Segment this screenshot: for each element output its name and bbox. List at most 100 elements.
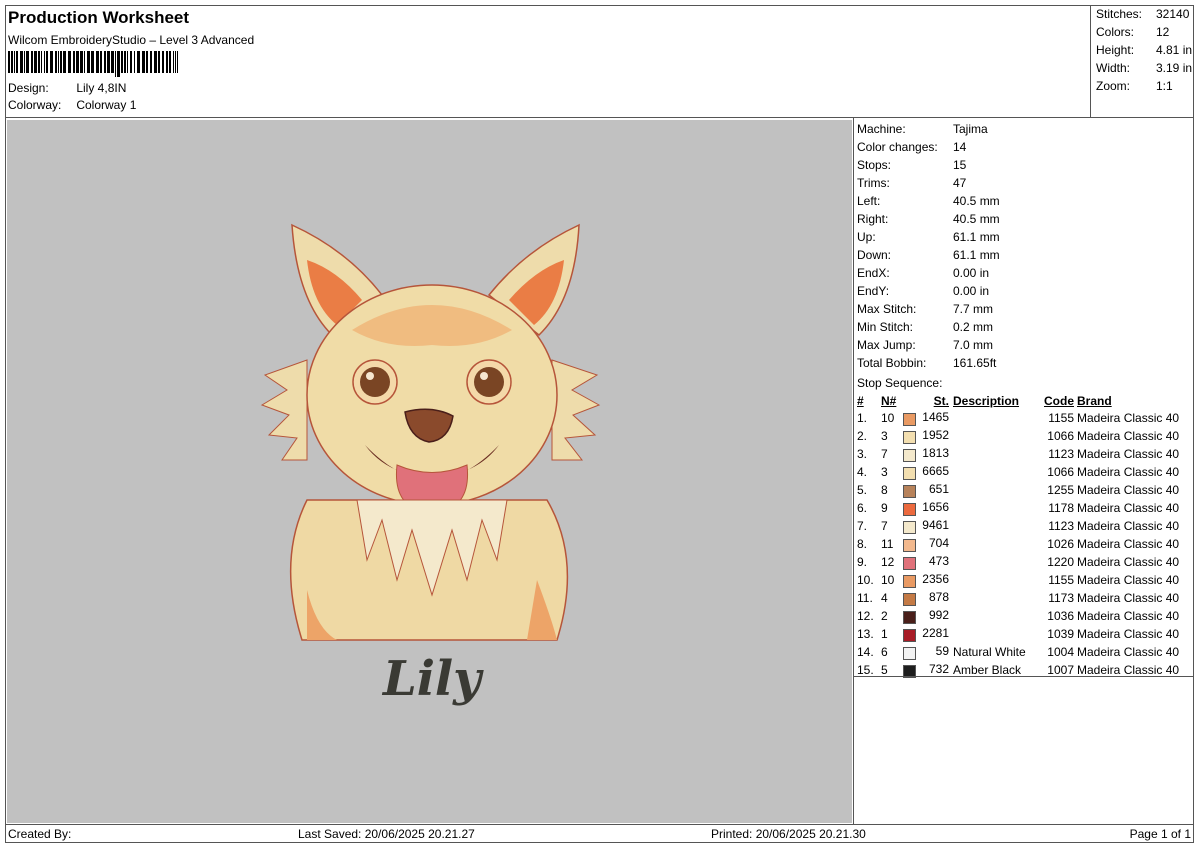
thread-code: 1155 (1048, 411, 1074, 425)
thread-brand: Madeira Classic 40 (1077, 537, 1180, 551)
header-needle: N# (881, 393, 897, 408)
stitch-count: 473 (928, 554, 949, 568)
machine-row: Down: 61.1 mm (857, 246, 1193, 264)
thread-code: 1039 (1047, 627, 1074, 641)
stitch-count: 59 (935, 644, 949, 658)
seq-index: 14. (857, 645, 874, 659)
thread-code: 1004 (1047, 645, 1074, 659)
machine-value: 161.65ft (953, 356, 997, 370)
thread-brand: Madeira Classic 40 (1077, 573, 1180, 587)
machine-value: 0.00 in (953, 284, 990, 298)
worksheet-header: Production Worksheet Wilcom EmbroiderySt… (8, 8, 1088, 114)
thread-color-swatch (903, 521, 916, 534)
thread-brand: Madeira Classic 40 (1077, 627, 1180, 641)
thread-color-swatch (903, 431, 916, 444)
table-row: 12. 2 992 1036 Madeira Classic 40 (857, 607, 1193, 625)
machine-label: Left: (857, 194, 881, 208)
thread-brand: Madeira Classic 40 (1077, 645, 1180, 659)
needle-number: 11 (881, 537, 894, 551)
printed-date: Printed: 20/06/2025 20.21.30 (711, 827, 866, 841)
machine-row: Trims: 47 (857, 174, 1193, 192)
thread-color-swatch (903, 557, 916, 570)
table-row: 8. 11 704 1026 Madeira Classic 40 (857, 535, 1193, 553)
seq-index: 15. (857, 663, 874, 677)
colorway-row: Colorway: Colorway 1 (8, 97, 1088, 114)
header-description: Description (953, 393, 1020, 408)
thread-color-swatch (903, 575, 916, 588)
stat-stitches: Stitches: 32140 (1096, 7, 1190, 21)
thread-color-swatch (903, 647, 916, 660)
thread-brand: Madeira Classic 40 (1077, 411, 1180, 425)
table-row: 4. 3 6665 1066 Madeira Classic 40 (857, 463, 1193, 481)
thread-code: 1220 (1047, 555, 1074, 569)
thread-code: 1026 (1047, 537, 1074, 551)
machine-value: Tajima (953, 122, 988, 136)
needle-number: 1 (881, 627, 888, 641)
thread-brand: Madeira Classic 40 (1077, 609, 1180, 623)
stat-width: Width: 3.19 in (1096, 61, 1193, 75)
stat-colors: Colors: 12 (1096, 25, 1170, 39)
machine-row: Left: 40.5 mm (857, 192, 1193, 210)
table-row: 3. 7 1813 1123 Madeira Classic 40 (857, 445, 1193, 463)
stitch-count: 9461 (922, 518, 949, 532)
machine-label: Right: (857, 212, 889, 226)
design-label: Design: (8, 81, 49, 95)
machine-value: 0.00 in (953, 266, 990, 280)
machine-row: EndY: 0.00 in (857, 282, 1193, 300)
machine-label: Stops: (857, 158, 892, 172)
thread-color-swatch (903, 593, 916, 606)
machine-label: EndY: (857, 284, 890, 298)
stitch-count: 1656 (922, 500, 949, 514)
table-row: 9. 12 473 1220 Madeira Classic 40 (857, 553, 1193, 571)
thread-description: Amber Black (953, 663, 1022, 677)
needle-number: 12 (881, 555, 895, 569)
thread-brand: Madeira Classic 40 (1077, 519, 1180, 533)
machine-row: Total Bobbin: 161.65ft (857, 354, 1193, 372)
machine-value: 15 (953, 158, 967, 172)
needle-number: 3 (881, 465, 888, 479)
stitch-count: 1813 (922, 446, 949, 460)
machine-label: Total Bobbin: (857, 356, 927, 370)
seq-index: 7. (857, 519, 868, 533)
thread-code: 1123 (1048, 519, 1074, 533)
thread-color-swatch (903, 413, 916, 426)
colorway-label: Colorway: (8, 98, 62, 112)
thread-brand: Madeira Classic 40 (1077, 663, 1180, 677)
thread-code: 1155 (1048, 573, 1074, 587)
needle-number: 10 (881, 411, 895, 425)
thread-brand: Madeira Classic 40 (1077, 429, 1180, 443)
thread-brand: Madeira Classic 40 (1077, 447, 1180, 461)
stitch-count: 1952 (922, 428, 949, 442)
software-name: Wilcom EmbroideryStudio – Level 3 Advanc… (8, 33, 255, 47)
needle-number: 7 (881, 447, 888, 461)
thread-code: 1007 (1047, 663, 1074, 677)
seq-index: 4. (857, 465, 868, 479)
thread-brand: Madeira Classic 40 (1077, 465, 1180, 479)
machine-row: Up: 61.1 mm (857, 228, 1193, 246)
table-row: 13. 1 2281 1039 Madeira Classic 40 (857, 625, 1193, 643)
thread-color-swatch (903, 485, 916, 498)
stitch-count: 6665 (922, 464, 949, 478)
stitch-count: 878 (928, 590, 949, 604)
stat-zoom: Zoom: 1:1 (1096, 79, 1173, 93)
header-stitches: St. (933, 393, 949, 408)
table-row: 7. 7 9461 1123 Madeira Classic 40 (857, 517, 1193, 535)
table-row: 2. 3 1952 1066 Madeira Classic 40 (857, 427, 1193, 445)
design-stats: Stitches: 32140 Colors: 12 Height: 4.81 in … (1090, 5, 1195, 117)
machine-label: Min Stitch: (857, 320, 914, 334)
machine-label: Max Jump: (857, 338, 916, 352)
machine-value: 40.5 mm (953, 194, 1000, 208)
machine-row: Right: 40.5 mm (857, 210, 1193, 228)
machine-value: 47 (953, 176, 967, 190)
design-value: Lily 4,8IN (76, 81, 127, 95)
thread-code: 1255 (1047, 483, 1074, 497)
machine-label: Max Stitch: (857, 302, 917, 316)
machine-value: 7.7 mm (953, 302, 994, 316)
sequence-divider (853, 676, 1194, 677)
seq-index: 5. (857, 483, 868, 497)
stitch-count: 651 (928, 482, 949, 496)
seq-index: 6. (857, 501, 868, 515)
machine-value: 7.0 mm (953, 338, 994, 352)
table-row: 6. 9 1656 1178 Madeira Classic 40 (857, 499, 1193, 517)
machine-panel: Machine: Tajima Color changes: 14 Stops: 15 Tr… (857, 120, 1193, 679)
